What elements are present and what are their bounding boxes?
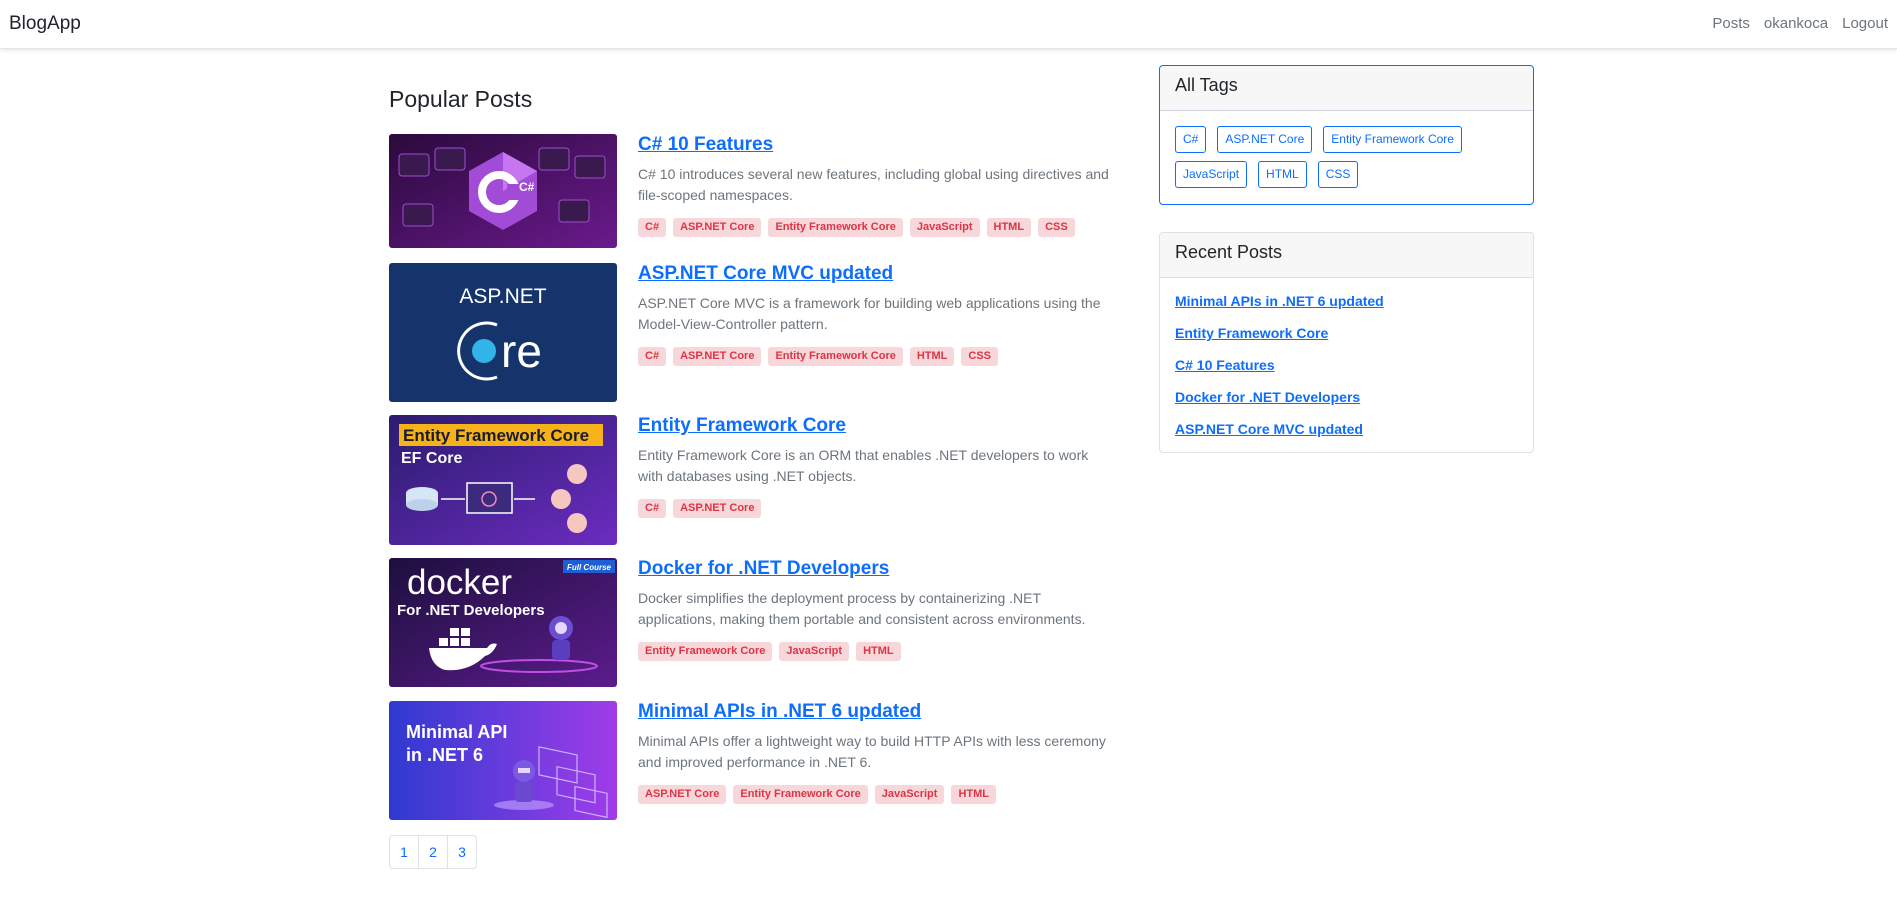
csharp-logo-image: C# <box>389 134 617 248</box>
post-description: Docker simplifies the deployment process… <box>638 590 1086 627</box>
tag-button[interactable]: HTML <box>1258 161 1307 188</box>
tag-badge[interactable]: Entity Framework Core <box>768 218 903 237</box>
post-tags: C# ASP.NET Core <box>638 499 1114 518</box>
tag-badge[interactable]: C# <box>638 347 667 366</box>
post-title-link[interactable]: Docker for .NET Developers <box>638 558 889 580</box>
recent-post-link[interactable]: C# 10 Features <box>1175 356 1518 374</box>
tag-badge[interactable]: Entity Framework Core <box>638 642 773 661</box>
tag-badge[interactable]: JavaScript <box>874 785 945 804</box>
post-thumbnail[interactable]: ASP.NET re <box>389 263 617 402</box>
post-thumbnail[interactable]: C# <box>389 134 617 248</box>
tag-badge[interactable]: HTML <box>951 785 996 804</box>
post-card: C# C# 10 Features C# 10 introduces sever… <box>389 134 1114 248</box>
recent-post-link[interactable]: Entity Framework Core <box>1175 324 1518 342</box>
page-link-1[interactable]: 1 <box>389 835 419 869</box>
nav-links: Posts okankoca Logout <box>1712 15 1888 32</box>
tag-badge[interactable]: ASP.NET Core <box>673 218 762 237</box>
svg-text:Minimal API: Minimal API <box>406 722 507 742</box>
post-tags: Entity Framework Core JavaScript HTML <box>638 642 1114 661</box>
tag-badge[interactable]: CSS <box>961 347 999 366</box>
post-body: Entity Framework Core Entity Framework C… <box>638 415 1114 518</box>
tag-button[interactable]: JavaScript <box>1175 161 1248 188</box>
brand-link[interactable]: BlogApp <box>9 13 81 35</box>
post-body: ASP.NET Core MVC updated ASP.NET Core MV… <box>638 263 1114 366</box>
pagination: 1 2 3 <box>389 835 477 869</box>
tag-button-list: C# ASP.NET Core Entity Framework Core Ja… <box>1160 111 1533 204</box>
svg-text:Entity Framework Core: Entity Framework Core <box>403 426 589 445</box>
tag-button[interactable]: C# <box>1175 126 1207 153</box>
post-body: Docker for .NET Developers Docker simpli… <box>638 558 1114 661</box>
recent-posts-card: Recent Posts Minimal APIs in .NET 6 upda… <box>1159 232 1534 453</box>
minimal-api-banner-image: Minimal API in .NET 6 <box>389 701 617 820</box>
svg-text:docker: docker <box>407 563 512 602</box>
post-title-link[interactable]: Entity Framework Core <box>638 415 846 437</box>
post-body: Minimal APIs in .NET 6 updated Minimal A… <box>638 701 1114 804</box>
aspnet-core-logo-image: ASP.NET re <box>389 263 617 402</box>
post-tags: C# ASP.NET Core Entity Framework Core HT… <box>638 347 1114 366</box>
all-tags-title: All Tags <box>1160 66 1533 111</box>
tag-badge[interactable]: HTML <box>986 218 1032 237</box>
nav-link-user[interactable]: okankoca <box>1764 15 1828 32</box>
tag-badge[interactable]: ASP.NET Core <box>638 785 727 804</box>
page-link-2[interactable]: 2 <box>418 835 448 869</box>
svg-text:re: re <box>501 325 542 377</box>
post-thumbnail[interactable]: Entity Framework Core EF Core <box>389 415 617 545</box>
tag-button[interactable]: CSS <box>1317 161 1359 188</box>
post-description: C# 10 introduces several new features, i… <box>638 166 1109 203</box>
tag-badge[interactable]: CSS <box>1038 218 1075 237</box>
recent-posts-list: Minimal APIs in .NET 6 updated Entity Fr… <box>1160 278 1533 452</box>
docker-banner-image: Full Course docker For .NET Developers <box>389 558 617 687</box>
svg-text:C#: C# <box>519 180 535 194</box>
recent-post-link[interactable]: Minimal APIs in .NET 6 updated <box>1175 292 1518 310</box>
post-tags: ASP.NET Core Entity Framework Core JavaS… <box>638 785 1114 804</box>
tag-badge[interactable]: C# <box>638 218 667 237</box>
tag-button[interactable]: Entity Framework Core <box>1323 126 1462 153</box>
tag-badge[interactable]: ASP.NET Core <box>673 347 762 366</box>
page-title: Popular Posts <box>389 86 533 112</box>
ef-core-banner-image: Entity Framework Core EF Core <box>389 415 617 545</box>
post-tags: C# ASP.NET Core Entity Framework Core Ja… <box>638 218 1114 237</box>
tag-badge[interactable]: Entity Framework Core <box>733 785 868 804</box>
recent-posts-title: Recent Posts <box>1160 233 1533 278</box>
post-description: Entity Framework Core is an ORM that ena… <box>638 447 1089 484</box>
svg-text:in .NET 6: in .NET 6 <box>406 745 483 765</box>
tag-badge[interactable]: Entity Framework Core <box>768 347 903 366</box>
tag-badge[interactable]: JavaScript <box>909 218 980 237</box>
tag-badge[interactable]: JavaScript <box>779 642 850 661</box>
all-tags-card: All Tags C# ASP.NET Core Entity Framewor… <box>1159 65 1534 205</box>
tag-badge[interactable]: HTML <box>909 347 955 366</box>
recent-post-link[interactable]: Docker for .NET Developers <box>1175 388 1518 406</box>
post-card: Full Course docker For .NET Developers D… <box>389 558 1114 687</box>
post-title-link[interactable]: C# 10 Features <box>638 134 773 156</box>
recent-post-link[interactable]: ASP.NET Core MVC updated <box>1175 420 1518 438</box>
post-body: C# 10 Features C# 10 introduces several … <box>638 134 1114 237</box>
post-title-link[interactable]: Minimal APIs in .NET 6 updated <box>638 701 921 723</box>
post-thumbnail[interactable]: Minimal API in .NET 6 <box>389 701 617 820</box>
svg-text:For .NET Developers: For .NET Developers <box>397 602 545 619</box>
post-title-link[interactable]: ASP.NET Core MVC updated <box>638 263 893 285</box>
tag-badge[interactable]: ASP.NET Core <box>673 499 762 518</box>
post-thumbnail[interactable]: Full Course docker For .NET Developers <box>389 558 617 687</box>
navbar: BlogApp Posts okankoca Logout <box>0 0 1897 49</box>
post-card: ASP.NET re ASP.NET Core MVC updated ASP.… <box>389 263 1114 402</box>
post-description: ASP.NET Core MVC is a framework for buil… <box>638 295 1101 332</box>
svg-text:ASP.NET: ASP.NET <box>459 285 546 308</box>
tag-badge[interactable]: C# <box>638 499 667 518</box>
tag-button[interactable]: ASP.NET Core <box>1217 126 1313 153</box>
page-link-3[interactable]: 3 <box>447 835 477 869</box>
svg-text:Full Course: Full Course <box>567 563 612 572</box>
post-card: Entity Framework Core EF Core Entity Fra… <box>389 415 1114 545</box>
tag-badge[interactable]: HTML <box>856 642 901 661</box>
nav-link-posts[interactable]: Posts <box>1712 15 1750 32</box>
nav-link-logout[interactable]: Logout <box>1842 15 1888 32</box>
post-description: Minimal APIs offer a lightweight way to … <box>638 733 1106 770</box>
svg-text:EF Core: EF Core <box>401 450 462 467</box>
post-card: Minimal API in .NET 6 Minimal APIs in .N… <box>389 701 1114 820</box>
